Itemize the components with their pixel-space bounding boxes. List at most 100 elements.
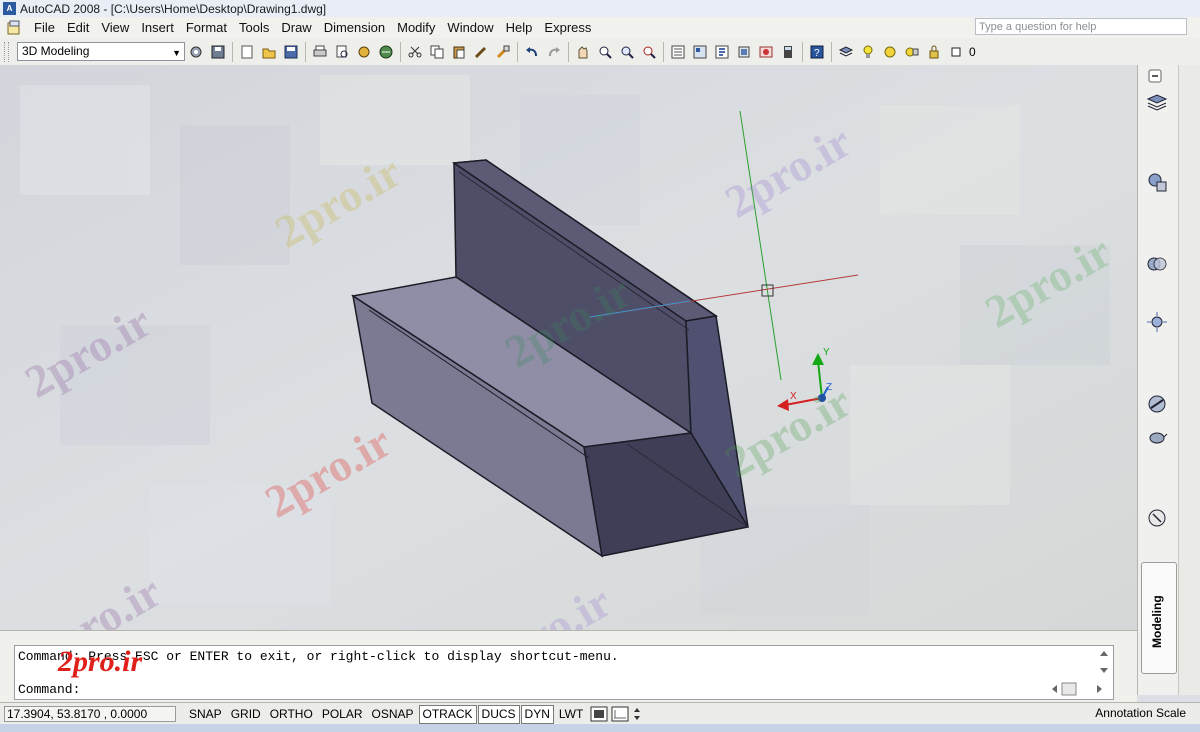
- drawing-document-icon[interactable]: [6, 20, 22, 36]
- menu-modify[interactable]: Modify: [391, 20, 441, 35]
- plot-preview-icon[interactable]: [332, 42, 352, 62]
- layer-viewport-icon[interactable]: [902, 42, 922, 62]
- grid-toggle[interactable]: GRID: [227, 705, 265, 724]
- workspace-settings-icon[interactable]: [186, 42, 206, 62]
- layers-icon[interactable]: [1146, 91, 1168, 113]
- redo-icon[interactable]: [544, 42, 564, 62]
- menu-dimension[interactable]: Dimension: [318, 20, 391, 35]
- status-bar: 17.3904, 53.8170 , 0.0000 SNAP GRID ORTH…: [0, 702, 1200, 725]
- lights-icon[interactable]: [1146, 311, 1168, 333]
- annotation-scale-label[interactable]: Annotation Scale: [1095, 706, 1186, 720]
- 3d-make-icon[interactable]: [1146, 171, 1168, 193]
- command-horizontal-scrollbar[interactable]: [1046, 681, 1108, 697]
- modeling-tab-label: Modeling: [1150, 595, 1164, 648]
- plot-icon[interactable]: [310, 42, 330, 62]
- polar-toggle[interactable]: POLAR: [318, 705, 367, 724]
- menu-view[interactable]: View: [95, 20, 135, 35]
- toolbar-separator: [232, 41, 233, 62]
- toolbar-separator: [831, 41, 832, 62]
- lwt-toggle[interactable]: LWT: [555, 705, 587, 724]
- zoom-realtime-icon[interactable]: [595, 42, 615, 62]
- zoom-previous-icon[interactable]: [639, 42, 659, 62]
- watermark-logo: 2pro.ir: [58, 645, 143, 678]
- menu-edit[interactable]: Edit: [61, 20, 95, 35]
- svg-text:?: ?: [814, 48, 820, 59]
- quickcalc-icon[interactable]: [778, 42, 798, 62]
- save-icon[interactable]: [281, 42, 301, 62]
- new-icon[interactable]: [237, 42, 257, 62]
- open-icon[interactable]: [259, 42, 279, 62]
- layout-icon[interactable]: [611, 706, 629, 722]
- drawing-viewport[interactable]: Y X Z 2pro.ir 2pro.ir 2pro.ir 2pro.ir 2p…: [0, 65, 1137, 630]
- menu-express[interactable]: Express: [538, 20, 597, 35]
- layer-freeze-sun-icon[interactable]: [880, 42, 900, 62]
- toolbar-separator: [305, 41, 306, 62]
- visual-styles-icon[interactable]: [1146, 393, 1168, 415]
- publish-icon[interactable]: [354, 42, 374, 62]
- command-history[interactable]: Command: Press ESC or ENTER to exit, or …: [14, 645, 1114, 700]
- status-menu-arrow-icon[interactable]: [632, 706, 642, 722]
- materials-teapot-icon[interactable]: [1146, 425, 1168, 447]
- snap-toggle[interactable]: SNAP: [185, 705, 226, 724]
- 3d-dwf-icon[interactable]: [376, 42, 396, 62]
- coordinates-readout[interactable]: 17.3904, 53.8170 , 0.0000: [4, 706, 176, 722]
- zoom-window-icon[interactable]: [617, 42, 637, 62]
- menu-help[interactable]: Help: [500, 20, 539, 35]
- otrack-toggle[interactable]: OTRACK: [418, 704, 477, 724]
- markup-icon[interactable]: [756, 42, 776, 62]
- help-search-input[interactable]: Type a question for help: [975, 18, 1187, 35]
- toolbar-separator: [400, 41, 401, 62]
- toolbar-separator: [663, 41, 664, 62]
- command-window: Command: Press ESC or ENTER to exit, or …: [0, 630, 1137, 703]
- menu-file[interactable]: File: [28, 20, 61, 35]
- current-layer-name[interactable]: 0: [969, 45, 976, 59]
- layer-lock-icon[interactable]: [924, 42, 944, 62]
- autocad-logo-icon: A: [3, 2, 16, 15]
- copy-icon[interactable]: [427, 42, 447, 62]
- properties-icon[interactable]: [668, 42, 688, 62]
- toolbar-grip[interactable]: [4, 41, 9, 62]
- menu-insert[interactable]: Insert: [135, 20, 180, 35]
- chevron-down-icon: ▼: [172, 48, 181, 58]
- block-editor-icon[interactable]: [493, 42, 513, 62]
- dashboard-modeling-tab[interactable]: Modeling: [1141, 562, 1177, 674]
- menu-draw[interactable]: Draw: [275, 20, 317, 35]
- command-prompt[interactable]: Command:: [18, 682, 80, 697]
- help-icon[interactable]: ?: [807, 42, 827, 62]
- workspace-dropdown[interactable]: 3D Modeling ▼: [17, 42, 185, 61]
- paste-icon[interactable]: [449, 42, 469, 62]
- layer-manager-icon[interactable]: [836, 42, 856, 62]
- toolbar-separator: [517, 41, 518, 62]
- menu-bar: File Edit View Insert Format Tools Draw …: [0, 17, 1200, 39]
- render-compass-icon[interactable]: [1146, 507, 1168, 529]
- osnap-toggle[interactable]: OSNAP: [368, 705, 418, 724]
- title-bar: A AutoCAD 2008 - [C:\Users\Home\Desktop\…: [0, 0, 1200, 18]
- design-center-icon[interactable]: [690, 42, 710, 62]
- menu-window[interactable]: Window: [441, 20, 499, 35]
- dyn-toggle[interactable]: DYN: [520, 704, 554, 724]
- dashboard-control-strip[interactable]: [1178, 65, 1200, 695]
- workspace-value: 3D Modeling: [22, 44, 90, 58]
- menu-format[interactable]: Format: [180, 20, 233, 35]
- model-space-icon[interactable]: [590, 706, 608, 722]
- standard-toolbar: 3D Modeling ▼ ? 0: [0, 38, 1200, 66]
- cut-icon[interactable]: [405, 42, 425, 62]
- window-title: AutoCAD 2008 - [C:\Users\Home\Desktop\Dr…: [20, 1, 327, 16]
- layer-on-bulb-icon[interactable]: [858, 42, 878, 62]
- ducs-toggle[interactable]: DUCS: [477, 704, 520, 724]
- toolbar-separator: [568, 41, 569, 62]
- toolbar-separator: [802, 41, 803, 62]
- layer-color-icon[interactable]: [946, 42, 966, 62]
- tool-palettes-icon[interactable]: [712, 42, 732, 62]
- undo-icon[interactable]: [522, 42, 542, 62]
- sheet-set-icon[interactable]: [734, 42, 754, 62]
- ucs-y-label: Y: [823, 347, 830, 358]
- pan-icon[interactable]: [573, 42, 593, 62]
- match-properties-icon[interactable]: [471, 42, 491, 62]
- menu-tools[interactable]: Tools: [233, 20, 275, 35]
- dashboard-panel: Modeling: [1137, 65, 1200, 695]
- ortho-toggle[interactable]: ORTHO: [266, 705, 317, 724]
- workspace-save-icon[interactable]: [208, 42, 228, 62]
- collapse-icon[interactable]: [1148, 69, 1162, 83]
- 3d-navigate-icon[interactable]: [1146, 253, 1168, 275]
